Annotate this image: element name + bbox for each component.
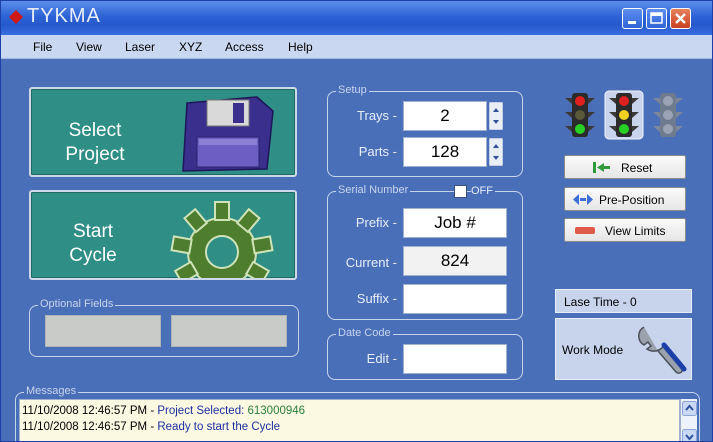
traffic-light-red-green-icon[interactable] bbox=[560, 90, 600, 140]
suffix-label: Suffix - bbox=[356, 291, 397, 306]
gear-icon bbox=[170, 201, 274, 278]
optional-field-1[interactable] bbox=[45, 315, 161, 347]
maximize-button[interactable] bbox=[646, 8, 667, 29]
pre-position-button[interactable]: Pre-Position bbox=[564, 187, 686, 211]
message-project-number: 613000946 bbox=[247, 405, 306, 417]
serial-toggle-label: OFF bbox=[471, 185, 495, 197]
limits-bar-icon bbox=[575, 227, 595, 234]
close-button[interactable] bbox=[670, 8, 691, 29]
work-mode-label: Work Mode bbox=[562, 343, 624, 357]
work-mode-button[interactable]: Work Mode bbox=[555, 318, 692, 380]
traffic-light-inactive-icon[interactable] bbox=[648, 90, 688, 140]
pre-position-label: Pre-Position bbox=[599, 193, 665, 207]
reset-icon bbox=[593, 162, 610, 173]
parts-label: Parts - bbox=[358, 144, 397, 159]
message-separator: - bbox=[150, 421, 155, 433]
view-limits-label: View Limits bbox=[605, 224, 666, 238]
messages-scrollbar[interactable] bbox=[680, 399, 697, 442]
parts-input[interactable]: 128 bbox=[403, 137, 487, 167]
traffic-light-panel bbox=[560, 90, 688, 140]
minimize-button[interactable] bbox=[622, 8, 643, 29]
reset-label: Reset bbox=[621, 161, 653, 175]
date-code-legend: Date Code bbox=[336, 327, 393, 339]
optional-fields-legend: Optional Fields bbox=[38, 298, 116, 310]
serial-toggle-checkbox[interactable] bbox=[454, 185, 467, 198]
serial-number-legend: Serial Number bbox=[336, 184, 411, 196]
message-text: Ready to start the Cycle bbox=[157, 421, 281, 433]
date-code-input[interactable] bbox=[403, 344, 507, 374]
message-line: 11/10/2008 12:46:57 PM - Ready to start … bbox=[22, 421, 682, 433]
menu-help[interactable]: Help bbox=[288, 40, 313, 54]
reset-button[interactable]: Reset bbox=[564, 155, 686, 179]
lase-time-text: Lase Time - 0 bbox=[564, 295, 637, 309]
trays-spinner-icon[interactable] bbox=[489, 102, 503, 130]
trays-label: Trays - bbox=[357, 108, 397, 123]
current-serial-value: 824 bbox=[403, 246, 507, 276]
start-cycle-label-line1: Start bbox=[72, 221, 114, 242]
start-cycle-label-line2: Cycle bbox=[69, 245, 117, 266]
traffic-light-active-icon[interactable] bbox=[604, 90, 644, 140]
scroll-down-icon[interactable] bbox=[682, 429, 697, 442]
menu-xyz[interactable]: XYZ bbox=[179, 40, 202, 54]
messages-legend: Messages bbox=[24, 385, 79, 397]
prefix-label: Prefix - bbox=[355, 215, 397, 230]
lase-time-display: Lase Time - 0 bbox=[555, 289, 692, 313]
select-project-label-line2: Project bbox=[65, 144, 125, 165]
message-timestamp: 11/10/2008 12:46:57 PM bbox=[22, 405, 148, 417]
scroll-up-icon[interactable] bbox=[682, 401, 697, 416]
close-icon bbox=[675, 13, 686, 24]
left-right-arrows-icon bbox=[573, 194, 593, 205]
message-separator: - bbox=[150, 405, 155, 417]
setup-legend: Setup bbox=[336, 84, 369, 96]
select-project-label-line1: Select bbox=[68, 120, 122, 141]
date-code-edit-label: Edit - bbox=[366, 351, 397, 366]
message-timestamp: 11/10/2008 12:46:57 PM bbox=[22, 421, 148, 433]
menu-laser[interactable]: Laser bbox=[125, 40, 155, 54]
optional-field-2[interactable] bbox=[171, 315, 287, 347]
title-bar[interactable]: TYKMA bbox=[1, 1, 712, 35]
message-line: 11/10/2008 12:46:57 PM - Project Selecte… bbox=[22, 405, 682, 417]
menu-view[interactable]: View bbox=[76, 40, 102, 54]
minimize-icon bbox=[628, 21, 636, 24]
window-title: TYKMA bbox=[27, 5, 101, 27]
message-text: Project Selected: bbox=[157, 405, 245, 417]
suffix-input[interactable] bbox=[403, 284, 507, 314]
floppy-disk-icon bbox=[182, 96, 274, 172]
parts-spinner-icon[interactable] bbox=[489, 138, 503, 166]
app-window: TYKMA File View Laser XYZ Access Help Se… bbox=[0, 0, 713, 442]
menu-bar: File View Laser XYZ Access Help bbox=[1, 35, 712, 59]
menu-file[interactable]: File bbox=[33, 40, 52, 54]
wrench-icon bbox=[638, 326, 687, 374]
tykma-logo-icon bbox=[9, 10, 23, 24]
prefix-input[interactable]: Job # bbox=[403, 208, 507, 238]
view-limits-button[interactable]: View Limits bbox=[564, 218, 686, 242]
start-cycle-button[interactable]: Start Cycle bbox=[29, 190, 297, 280]
maximize-icon bbox=[650, 12, 663, 24]
select-project-button[interactable]: Select Project bbox=[29, 87, 297, 177]
menu-access[interactable]: Access bbox=[225, 40, 264, 54]
current-label: Current - bbox=[345, 255, 397, 270]
trays-input[interactable]: 2 bbox=[403, 101, 487, 131]
